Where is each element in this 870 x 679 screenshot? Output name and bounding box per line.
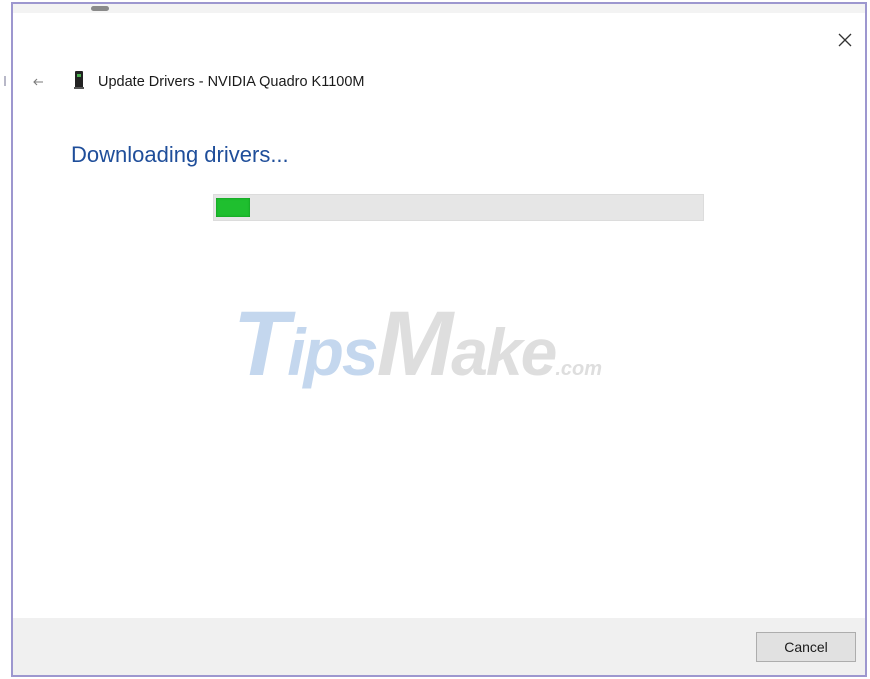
- graphics-card-icon: [74, 71, 84, 89]
- update-drivers-dialog: Update Drivers - NVIDIA Quadro K1100M Do…: [11, 2, 867, 677]
- watermark-logo: TipsMake.com: [233, 292, 602, 397]
- close-button[interactable]: [831, 26, 859, 54]
- close-icon: [838, 33, 852, 47]
- watermark-com: .com: [555, 358, 603, 380]
- download-progress-bar: [213, 194, 704, 221]
- title-strip: [13, 4, 865, 13]
- cancel-button[interactable]: Cancel: [756, 632, 856, 662]
- background-window-edge: [0, 0, 11, 679]
- title-strip-mark: [91, 6, 109, 11]
- back-button[interactable]: [28, 72, 48, 92]
- edge-marker: [4, 76, 6, 86]
- dialog-footer: Cancel: [13, 618, 865, 675]
- watermark-ake: ake: [451, 315, 557, 389]
- download-progress-fill: [216, 198, 250, 217]
- watermark-letter-m: M: [376, 293, 454, 395]
- status-heading: Downloading drivers...: [71, 142, 289, 167]
- watermark-ips: ips: [287, 315, 378, 389]
- back-arrow-icon: [33, 78, 43, 86]
- watermark-letter-t: T: [233, 293, 289, 395]
- dialog-title: Update Drivers - NVIDIA Quadro K1100M: [98, 74, 365, 90]
